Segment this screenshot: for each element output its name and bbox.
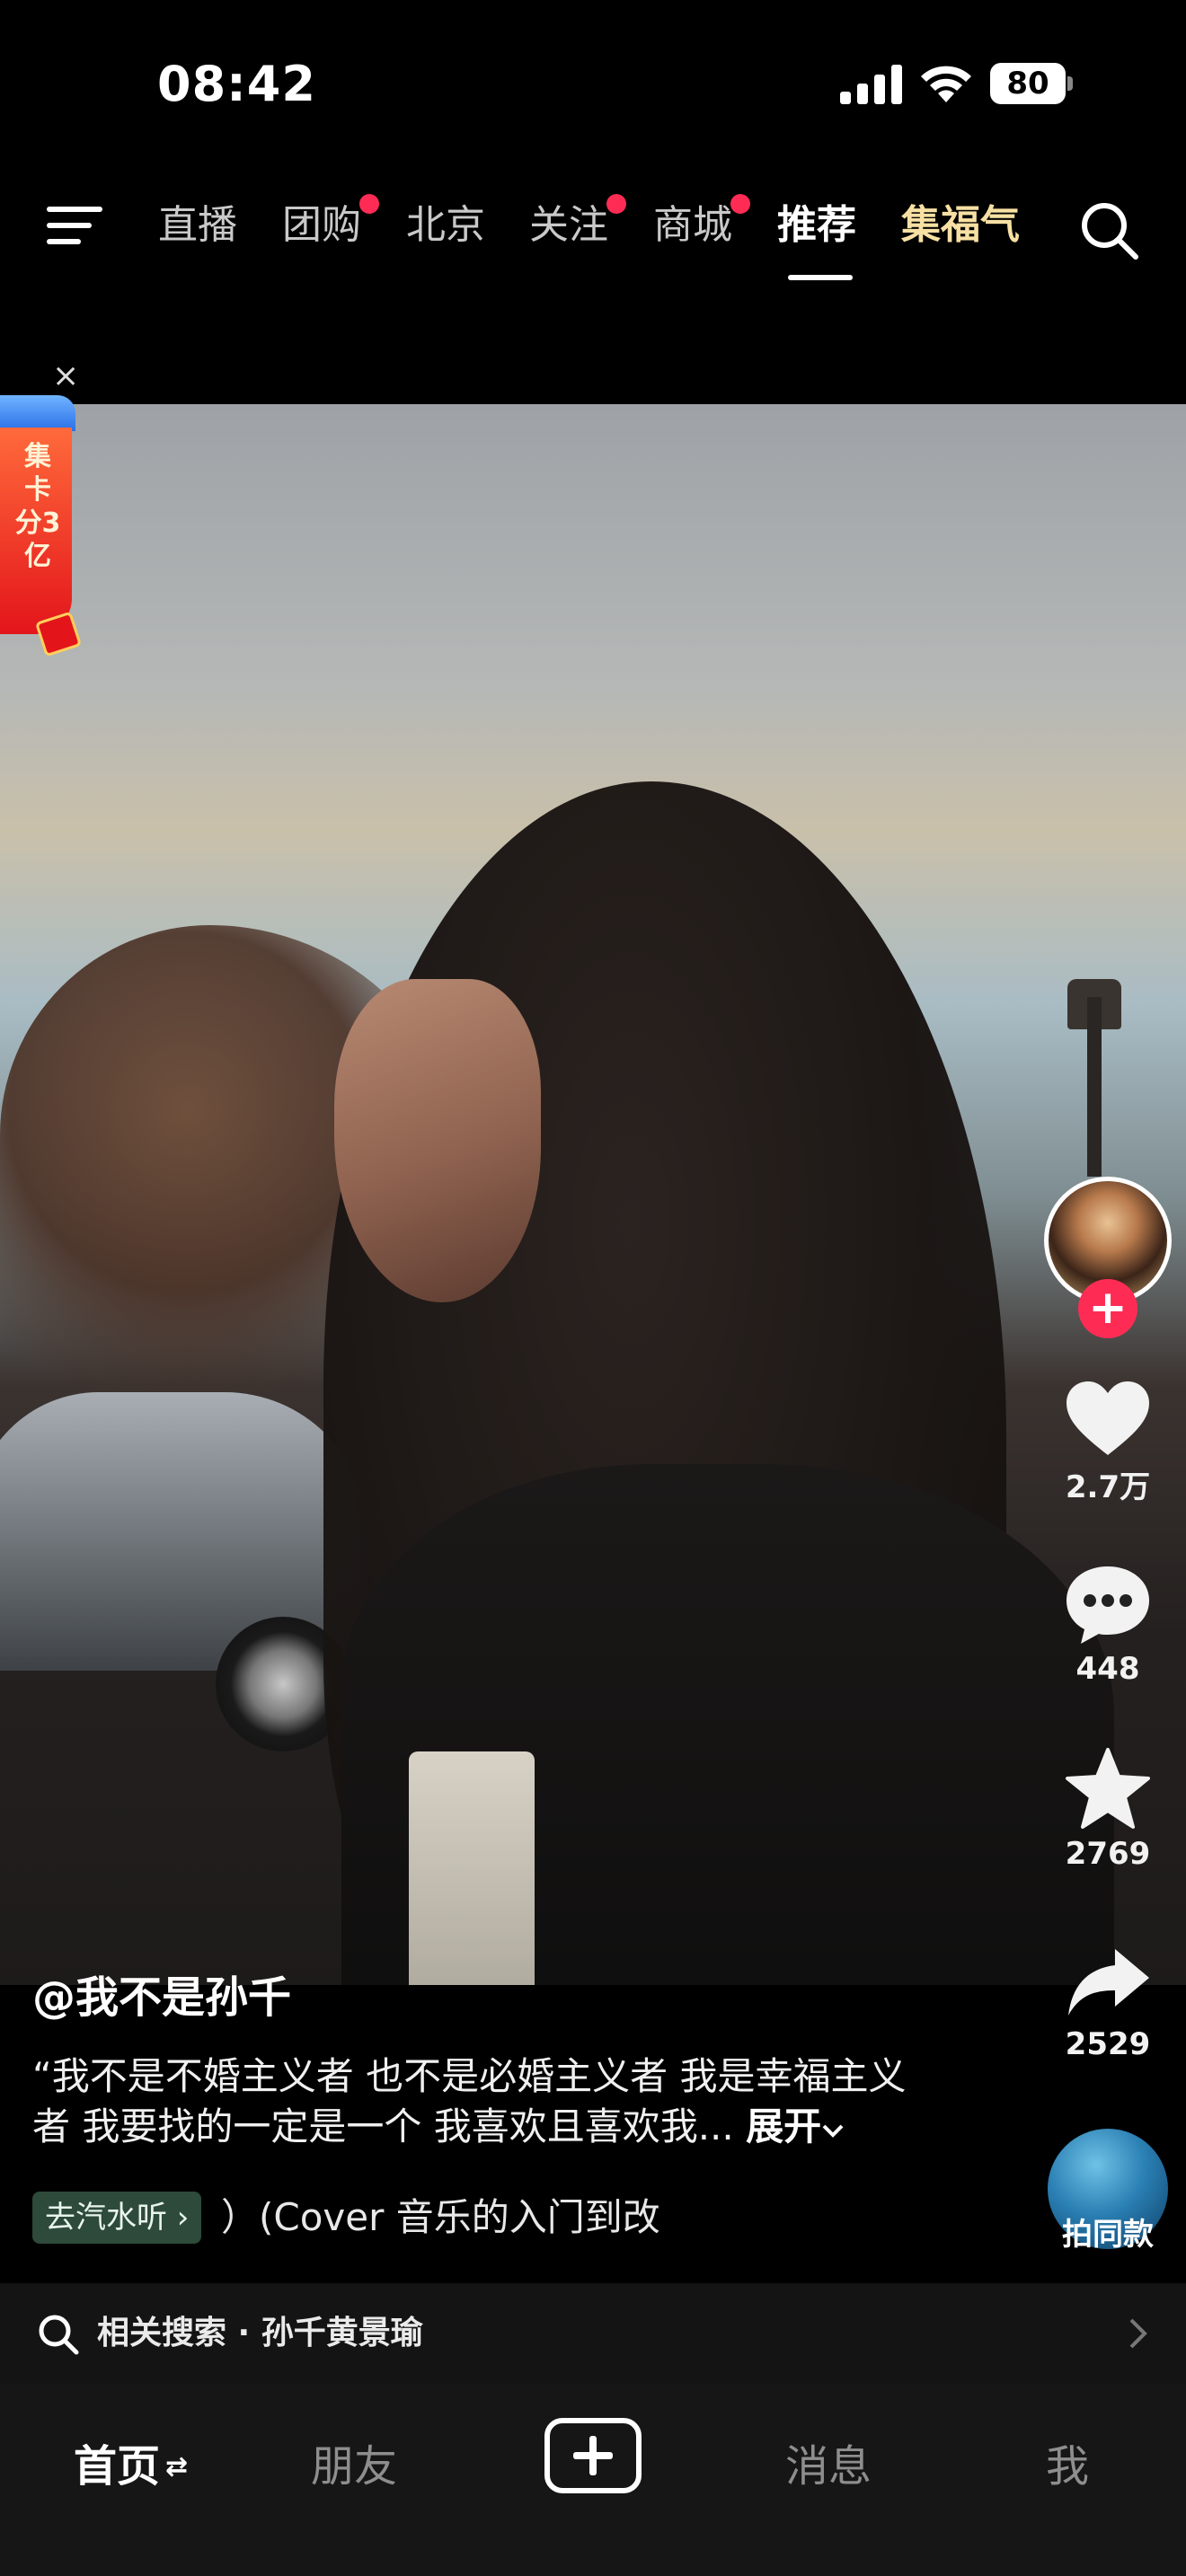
video-subject-shirt (409, 1751, 535, 1985)
status-bar: 08:42 80 (0, 0, 1186, 171)
tab-label: 团购 (282, 202, 361, 248)
status-time: 08:42 (157, 56, 316, 112)
music-title[interactable]: ）(Cover 音乐的入门到改 (221, 2192, 660, 2244)
top-tab-bar: 直播 团购 北京 关注 商城 推荐 集福气 (0, 171, 1186, 287)
favorite-button[interactable]: 2769 (1042, 1748, 1173, 1872)
tab-group-buy[interactable]: 团购 (282, 194, 379, 260)
tab-label: 商城 (653, 202, 732, 248)
tab-beijing[interactable]: 北京 (406, 198, 485, 260)
battery-tip (1067, 76, 1073, 91)
video-player[interactable] (0, 404, 1186, 1985)
create-button[interactable] (544, 2418, 642, 2493)
ad-banner-top (0, 395, 75, 431)
tab-collect-fortune[interactable]: 集福气 (901, 198, 1020, 260)
cellular-signal-icon (840, 65, 902, 104)
bottom-nav-bar: 首页 ⇄ 朋友 消息 我 (0, 2384, 1186, 2576)
tab-label: 关注 (529, 202, 608, 248)
nav-home-label: 首页 (74, 2441, 161, 2492)
comment-icon (1067, 1566, 1149, 1644)
related-search-bar[interactable]: 相关搜索 · 孙千黄景瑜 (0, 2283, 1186, 2384)
swap-icon: ⇄ (165, 2451, 189, 2483)
video-lamp-post (1087, 997, 1102, 1177)
like-count: 2.7万 (1065, 1469, 1151, 1505)
like-button[interactable]: 2.7万 (1042, 1380, 1173, 1506)
nav-messages-label: 消息 (785, 2441, 872, 2492)
nav-friends[interactable]: 朋友 (311, 2430, 397, 2493)
ad-close-icon[interactable]: × (52, 357, 79, 394)
nav-home[interactable]: 首页 ⇄ (74, 2430, 188, 2493)
nav-messages[interactable]: 消息 (785, 2430, 872, 2493)
same-style-label: 拍同款 (1062, 2217, 1154, 2253)
expand-button[interactable]: 展开 (746, 2104, 845, 2148)
favorite-count: 2769 (1065, 1836, 1151, 1872)
tab-live[interactable]: 直播 (158, 198, 237, 260)
nav-me[interactable]: 我 (1046, 2430, 1089, 2493)
chevron-right-icon (1129, 2318, 1147, 2349)
comment-count: 448 (1075, 1651, 1140, 1687)
plus-icon (573, 2436, 613, 2475)
ad-banner[interactable]: 集卡分3亿 (0, 395, 83, 657)
tab-following[interactable]: 关注 (529, 194, 626, 260)
nav-me-label: 我 (1046, 2441, 1090, 2492)
follow-button[interactable]: + (1078, 1279, 1137, 1338)
search-icon (39, 2315, 79, 2355)
open-music-chip[interactable]: 去汽水听 › (32, 2192, 202, 2244)
active-tab-indicator (788, 275, 853, 280)
tab-recommend[interactable]: 推荐 (777, 198, 856, 260)
video-description: “我不是不婚主义者 也不是必婚主义者 我是幸福主义者 我要找的一定是一个 我喜欢… (32, 2051, 940, 2152)
share-button[interactable]: 2529 (1042, 1945, 1173, 2062)
share-count: 2529 (1065, 2026, 1151, 2062)
notification-dot (359, 194, 379, 214)
menu-icon[interactable] (47, 203, 102, 248)
tab-mall[interactable]: 商城 (653, 194, 750, 260)
notification-dot (730, 194, 750, 214)
comment-button[interactable]: 448 (1042, 1565, 1173, 1687)
creator-username[interactable]: @我不是孙千 (32, 1962, 291, 2025)
ad-banner-text: 集卡分3亿 (14, 441, 61, 572)
tab-label: 推荐 (777, 202, 856, 248)
tab-label: 北京 (406, 202, 485, 248)
related-search-text: 相关搜索 · 孙千黄景瑜 (97, 2315, 423, 2351)
tab-label: 直播 (158, 202, 237, 248)
heart-icon (1067, 1381, 1149, 1455)
chevron-down-icon (822, 2124, 844, 2138)
expand-label: 展开 (746, 2104, 822, 2148)
tab-label: 集福气 (901, 202, 1020, 248)
battery-indicator: 80 (990, 63, 1073, 104)
share-arrow-icon (1068, 1949, 1149, 2016)
notification-dot (606, 194, 626, 214)
nav-friends-label: 朋友 (311, 2441, 398, 2492)
wifi-icon (921, 66, 971, 102)
search-icon[interactable] (1078, 199, 1141, 262)
star-icon (1066, 1748, 1150, 1829)
battery-level: 80 (990, 63, 1066, 104)
